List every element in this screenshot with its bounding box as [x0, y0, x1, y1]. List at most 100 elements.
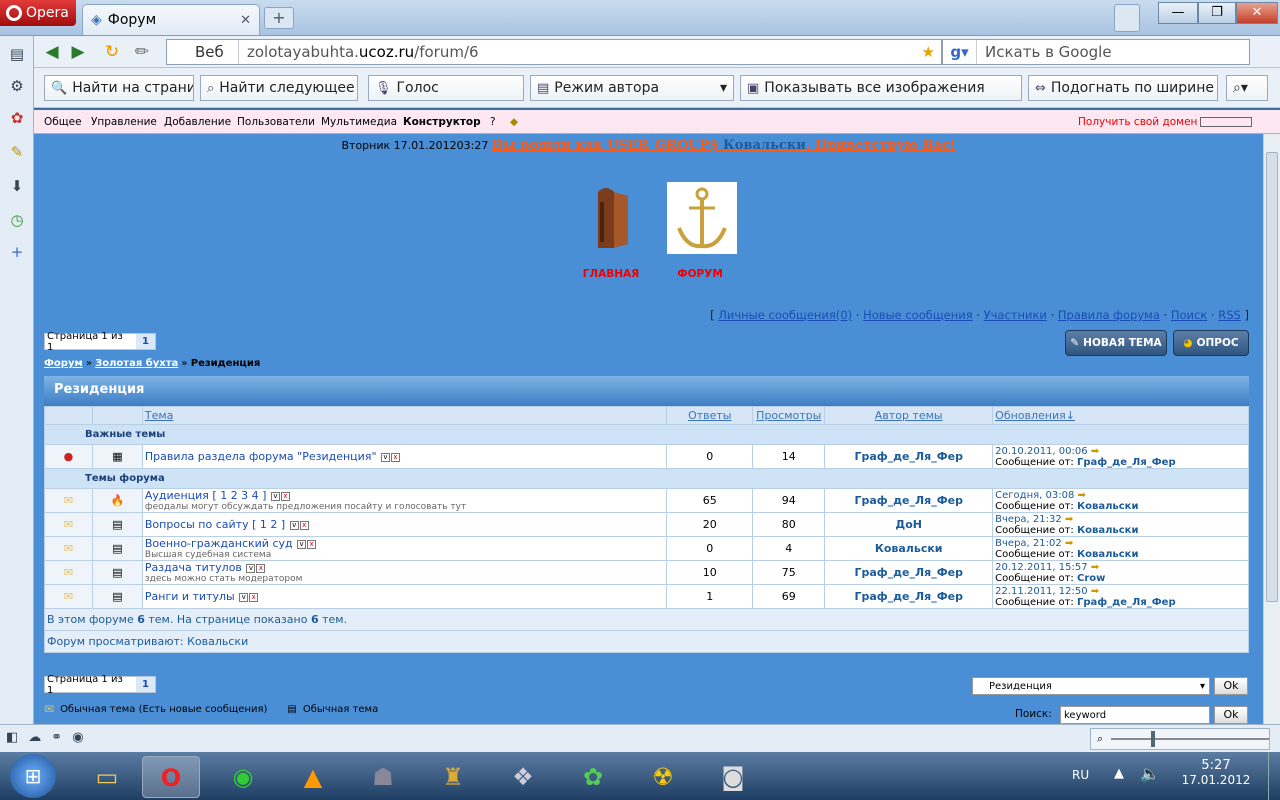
- opera-task-icon[interactable]: O: [142, 756, 200, 798]
- crumb-golden-bay[interactable]: Золотая бухта: [95, 358, 178, 369]
- forward-icon[interactable]: ▶: [66, 40, 90, 64]
- page-1-link[interactable]: 1: [136, 334, 155, 349]
- nav-home-link[interactable]: ГЛАВНАЯ: [571, 268, 651, 280]
- widgets-icon[interactable]: ⚙: [7, 76, 27, 96]
- col-topic[interactable]: Тема: [141, 406, 668, 425]
- nav-forum-link[interactable]: ФОРУМ: [660, 268, 740, 280]
- update-date[interactable]: 22.11.2011, 12:50: [995, 586, 1087, 597]
- opera-menu-button[interactable]: Opera: [0, 0, 76, 26]
- panel-toggle-icon[interactable]: [1200, 117, 1252, 127]
- last-poster-link[interactable]: Ковальски: [1077, 501, 1139, 512]
- jump-ok-button[interactable]: Ok: [1214, 677, 1248, 695]
- zoom-slider-thumb[interactable]: [1151, 731, 1156, 747]
- approve-icon[interactable]: v: [381, 452, 390, 462]
- last-poster-link[interactable]: Граф_де_Ля_Фер: [1077, 597, 1176, 608]
- update-date[interactable]: Сегодня, 03:08: [995, 490, 1074, 501]
- author-link[interactable]: Граф_де_Ля_Фер: [824, 560, 994, 585]
- last-poster-link[interactable]: Crow: [1077, 573, 1105, 584]
- author-link[interactable]: Граф_де_Ля_Фер: [824, 584, 994, 609]
- approve-icon[interactable]: v: [297, 539, 307, 549]
- crumb-forum[interactable]: Форум: [44, 358, 83, 369]
- unite-icon[interactable]: ⚭: [51, 730, 62, 745]
- clock[interactable]: 5:27 17.01.2012: [1180, 758, 1252, 787]
- add-panel-icon[interactable]: +: [7, 242, 27, 262]
- last-post-icon[interactable]: ➡: [1065, 514, 1073, 525]
- edit-icon[interactable]: ✏: [130, 40, 154, 64]
- cloud-icon[interactable]: ☁: [28, 730, 41, 745]
- author-link[interactable]: Граф_де_Ля_Фер: [824, 488, 994, 513]
- explorer-icon[interactable]: ▭: [78, 756, 136, 798]
- rss-link[interactable]: RSS: [1218, 308, 1241, 322]
- forum-search-input[interactable]: keyword: [1060, 706, 1210, 724]
- last-post-icon[interactable]: ➡: [1065, 538, 1073, 549]
- topic-link[interactable]: Ранги и титулы: [143, 590, 235, 603]
- panel-toggle-icon[interactable]: ◧: [6, 730, 18, 745]
- ucoz-menu-media[interactable]: Мультимедиа: [321, 116, 397, 128]
- network-app-icon[interactable]: ◉: [214, 756, 272, 798]
- show-desktop-button[interactable]: [1268, 752, 1280, 800]
- approve-icon[interactable]: v: [289, 520, 299, 530]
- back-icon[interactable]: ◀: [40, 40, 64, 64]
- author-link[interactable]: Граф_де_Ля_Фер: [824, 444, 994, 469]
- find-input[interactable]: 🔍 Найти на страниц: [44, 75, 194, 101]
- update-date[interactable]: Вчера, 21:32: [995, 514, 1062, 525]
- volume-icon[interactable]: 🔈: [1140, 764, 1160, 783]
- tray-arrow-icon[interactable]: ▲: [1114, 766, 1124, 781]
- approve-icon[interactable]: v: [239, 592, 249, 602]
- forum-rules-link[interactable]: Правила форума: [1058, 308, 1160, 322]
- google-icon[interactable]: g▾: [943, 40, 977, 64]
- reload-icon[interactable]: ↻: [100, 40, 124, 64]
- notes-icon[interactable]: ✎: [7, 142, 27, 162]
- start-button[interactable]: ⊞: [10, 754, 56, 798]
- ucoz-menu-add[interactable]: Добавление: [164, 116, 231, 128]
- zoom-slider[interactable]: ⌕: [1090, 728, 1270, 750]
- private-messages-link[interactable]: Личные сообщения(0): [718, 308, 852, 322]
- delete-icon[interactable]: x: [249, 592, 259, 602]
- search-field[interactable]: g▾ Искать в Google: [942, 39, 1250, 65]
- topic-link[interactable]: Военно-гражданский суд: [143, 537, 293, 550]
- aimp-icon[interactable]: ▲: [284, 756, 342, 798]
- new-tab-button[interactable]: +: [264, 7, 294, 29]
- last-post-icon[interactable]: ➡: [1091, 586, 1099, 597]
- welcome-user-link[interactable]: Ковальски: [723, 138, 806, 153]
- unite-icon[interactable]: ✿: [7, 108, 27, 128]
- door-icon[interactable]: [578, 182, 648, 254]
- forum-jump-select[interactable]: Резиденция ▾: [972, 677, 1210, 695]
- author-mode-select[interactable]: ▤ Режим автора ▾: [530, 75, 734, 101]
- ucoz-menu-help[interactable]: ?: [490, 116, 496, 128]
- update-date[interactable]: 20.10.2011, 00:06: [995, 446, 1087, 457]
- search-link[interactable]: Поиск: [1171, 308, 1207, 322]
- poll-button[interactable]: ◕ ОПРОС: [1173, 330, 1249, 356]
- new-messages-link[interactable]: Новые сообщения: [863, 308, 973, 322]
- author-link[interactable]: Ковальски: [824, 536, 994, 561]
- col-updates[interactable]: Обновления↓: [992, 406, 1249, 425]
- delete-icon[interactable]: x: [299, 520, 309, 530]
- address-field[interactable]: Веб zolotayabuhta.ucoz.ru/forum/6 ★: [166, 39, 942, 65]
- scrollbar-thumb[interactable]: [1266, 152, 1278, 602]
- castle-icon[interactable]: ♜: [424, 756, 482, 798]
- radiation-icon[interactable]: ☢: [634, 756, 692, 798]
- trash-icon[interactable]: [1114, 4, 1140, 32]
- approve-icon[interactable]: v: [270, 491, 280, 501]
- history-icon[interactable]: ◷: [7, 210, 27, 230]
- author-link[interactable]: ДоН: [824, 512, 994, 537]
- delete-icon[interactable]: x: [256, 563, 266, 573]
- topic-link[interactable]: Правила раздела форума "Резиденция": [143, 450, 377, 463]
- page-scrollbar[interactable]: [1263, 134, 1280, 724]
- last-poster-link[interactable]: Граф_де_Ля_Фер: [1077, 457, 1176, 468]
- fit-width-button[interactable]: ⇔ Подогнать по ширине: [1028, 75, 1218, 101]
- ucoz-menu-users[interactable]: Пользователи: [237, 116, 315, 128]
- show-images-button[interactable]: ▣ Показывать все изображения: [740, 75, 1022, 101]
- last-poster-link[interactable]: Ковальски: [1077, 525, 1139, 536]
- topic-link[interactable]: Раздача титулов: [143, 561, 242, 574]
- bookmarks-icon[interactable]: ▤: [7, 44, 27, 64]
- icq-icon[interactable]: ✿: [564, 756, 622, 798]
- camera-icon[interactable]: ◙: [704, 756, 762, 798]
- topic-pages[interactable]: [ 1 2 3 4 ]: [212, 489, 266, 502]
- find-next-button[interactable]: ⌕ Найти следующее: [200, 75, 358, 101]
- page-1-link[interactable]: 1: [136, 677, 155, 692]
- ucoz-menu-manage[interactable]: Управление: [91, 116, 157, 128]
- downloads-icon[interactable]: ⬇: [7, 176, 27, 196]
- close-tab-icon[interactable]: ✕: [240, 13, 251, 28]
- ucoz-menu-general[interactable]: Общее: [44, 116, 82, 128]
